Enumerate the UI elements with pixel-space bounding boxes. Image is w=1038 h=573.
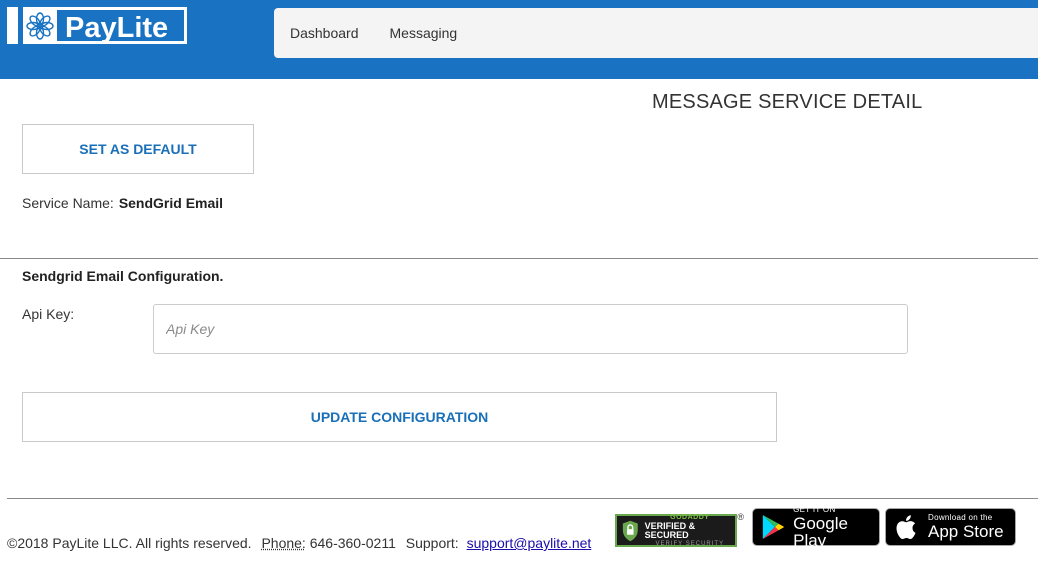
get-it-on-label: GET IT ON <box>793 504 836 514</box>
page-title: MESSAGE SERVICE DETAIL <box>652 91 923 113</box>
nav-messaging[interactable]: Messaging <box>390 25 458 41</box>
top-navbar: Dashboard Messaging <box>274 8 1038 58</box>
apple-icon <box>896 515 916 540</box>
api-key-input[interactable] <box>153 304 908 354</box>
app-store-text: Download on the App Store <box>928 513 1004 541</box>
verified-secured-label: VERIFIED & SECURED <box>644 521 696 540</box>
footer-divider <box>7 498 1038 499</box>
support-label: Support: <box>405 535 459 551</box>
header-bar: PayLite Dashboard Messaging <box>0 0 1038 79</box>
config-section-title: Sendgrid Email Configuration. <box>22 268 224 284</box>
download-on-the-label: Download on the <box>928 513 993 522</box>
google-play-label: Google Play <box>793 513 848 550</box>
footer-info: ©2018 PayLite LLC. All rights reserved. … <box>7 535 591 551</box>
app-store-label: App Store <box>928 522 1004 541</box>
phone-value: 646-360-0211 <box>309 535 396 551</box>
phone-label: Phone: <box>261 535 306 551</box>
update-configuration-button[interactable]: UPDATE CONFIGURATION <box>22 392 777 442</box>
copyright-text: ©2018 PayLite LLC. All rights reserved. <box>7 535 252 551</box>
registered-mark: ® <box>737 512 744 522</box>
section-divider <box>0 258 1038 259</box>
service-name-value: SendGrid Email <box>118 195 224 211</box>
set-as-default-button[interactable]: SET AS DEFAULT <box>22 124 254 174</box>
godaddy-label: GODADDY <box>670 514 710 521</box>
logo-text: PayLite <box>57 7 187 44</box>
api-key-label: Api Key: <box>22 306 75 322</box>
service-name-row: Service Name: SendGrid Email <box>22 195 223 211</box>
nav-dashboard[interactable]: Dashboard <box>290 25 359 41</box>
support-email-link[interactable]: support@paylite.net <box>467 535 592 551</box>
verify-security-label: VERIFY SECURITY <box>655 541 725 547</box>
google-play-text: GET IT ON Google Play <box>793 504 879 550</box>
google-play-badge[interactable]: GET IT ON Google Play <box>752 504 880 550</box>
service-name-label: Service Name: <box>22 195 114 211</box>
paylite-logo[interactable]: PayLite <box>7 7 187 44</box>
google-play-icon <box>762 514 784 540</box>
shield-check-icon <box>622 520 638 541</box>
app-store-badge[interactable]: Download on the App Store <box>885 508 1016 546</box>
flower-logo-icon <box>23 7 57 44</box>
logo-accent-bar <box>7 7 23 44</box>
godaddy-verified-badge[interactable]: GODADDY VERIFIED & SECURED VERIFY SECURI… <box>615 512 744 547</box>
godaddy-badge-text: GODADDY VERIFIED & SECURED VERIFY SECURI… <box>645 514 735 547</box>
